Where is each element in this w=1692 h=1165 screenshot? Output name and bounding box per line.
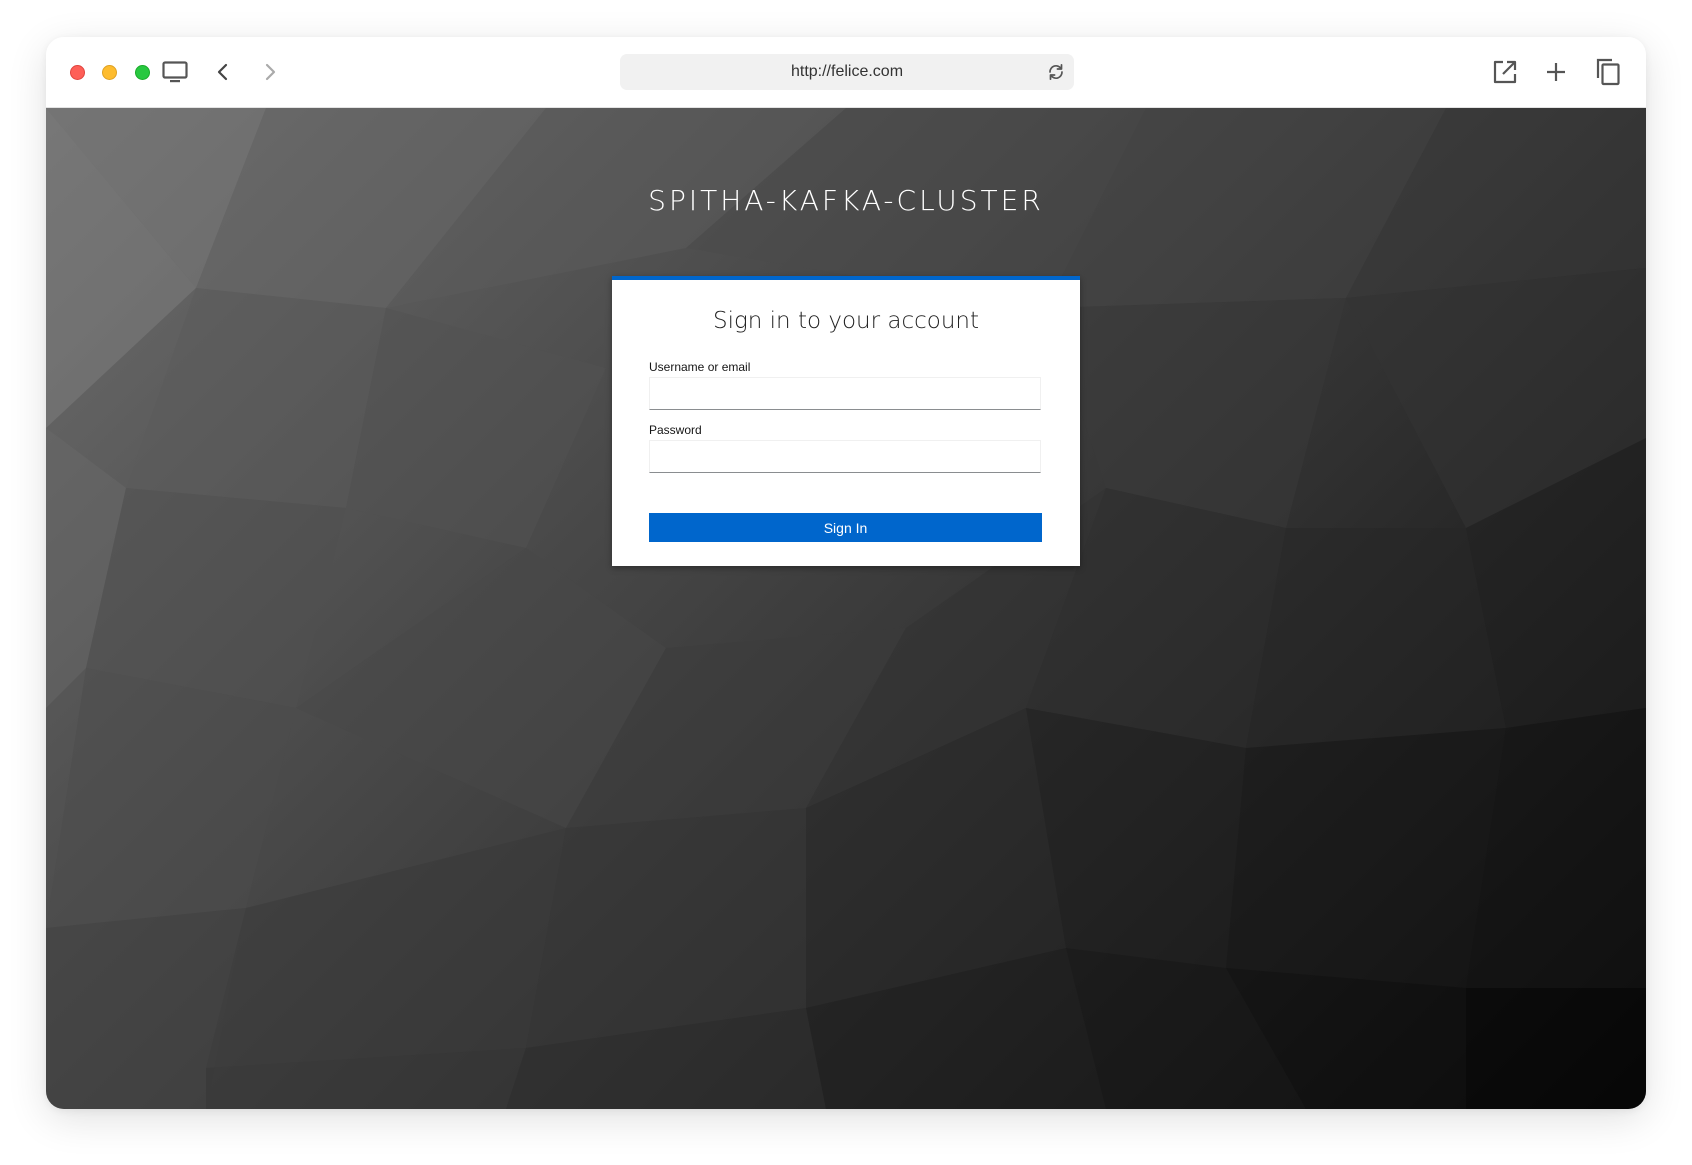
reload-icon[interactable]	[1046, 62, 1066, 82]
minimize-window-icon[interactable]	[102, 65, 117, 80]
chevron-left-icon[interactable]	[206, 55, 240, 89]
address-bar[interactable]: http://felice.com	[620, 54, 1074, 90]
page-content: SPITHA-KAFKA-CLUSTER Sign in to your acc…	[46, 108, 1646, 1109]
username-label: Username or email	[649, 360, 751, 374]
password-label: Password	[649, 423, 702, 437]
url-text[interactable]: http://felice.com	[620, 54, 1074, 90]
browser-window: http://felice.com SPITHA-KAFKA-CLUSTER S…	[46, 37, 1646, 1109]
browser-toolbar: http://felice.com	[46, 37, 1646, 108]
zoom-window-icon[interactable]	[135, 65, 150, 80]
sign-in-button[interactable]: Sign In	[649, 513, 1042, 542]
monitor-icon[interactable]	[158, 55, 192, 89]
plus-icon[interactable]	[1539, 55, 1573, 89]
polygon-background	[46, 108, 1646, 1109]
open-external-icon[interactable]	[1488, 55, 1522, 89]
password-input[interactable]	[649, 440, 1041, 473]
close-window-icon[interactable]	[70, 65, 85, 80]
chevron-right-icon[interactable]	[253, 55, 287, 89]
username-input[interactable]	[649, 377, 1041, 410]
login-card: Sign in to your account Username or emai…	[612, 276, 1080, 566]
realm-title: SPITHA-KAFKA-CLUSTER	[648, 184, 1044, 217]
copy-icon[interactable]	[1591, 55, 1625, 89]
login-heading: Sign in to your account	[712, 308, 980, 334]
